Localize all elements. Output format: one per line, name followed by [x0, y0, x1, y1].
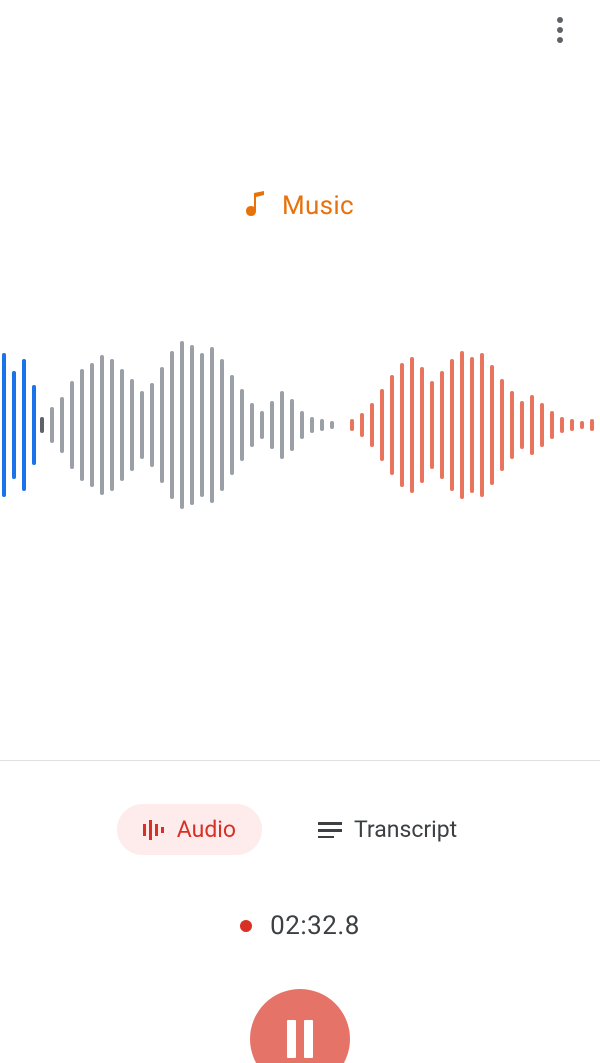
header [0, 0, 600, 60]
pause-button[interactable] [250, 989, 350, 1063]
recording-indicator-icon [240, 920, 252, 932]
pause-icon [285, 1020, 315, 1058]
tab-audio[interactable]: Audio [117, 804, 262, 855]
classification-label: Music [282, 191, 354, 221]
recorder-app: Music Audio [0, 0, 600, 1063]
music-note-icon [246, 190, 266, 222]
recording-time: 02:32.8 [270, 911, 360, 941]
content-area: Music Audio [0, 60, 600, 1063]
tab-audio-label: Audio [177, 816, 236, 843]
waveform-svg [0, 335, 600, 515]
recording-time-row: 02:32.8 [240, 911, 360, 941]
view-tabs: Audio Transcript [117, 804, 483, 855]
transcript-lines-icon [318, 822, 342, 838]
tab-transcript-label: Transcript [354, 816, 457, 843]
tab-transcript[interactable]: Transcript [292, 804, 483, 855]
more-vert-icon [557, 17, 563, 43]
controls-panel: Audio Transcript 02:32.8 [0, 760, 600, 1063]
audio-classification: Music [0, 190, 600, 222]
waveform-display [0, 335, 600, 515]
overflow-menu-button[interactable] [540, 10, 580, 50]
audio-bars-icon [143, 820, 165, 840]
